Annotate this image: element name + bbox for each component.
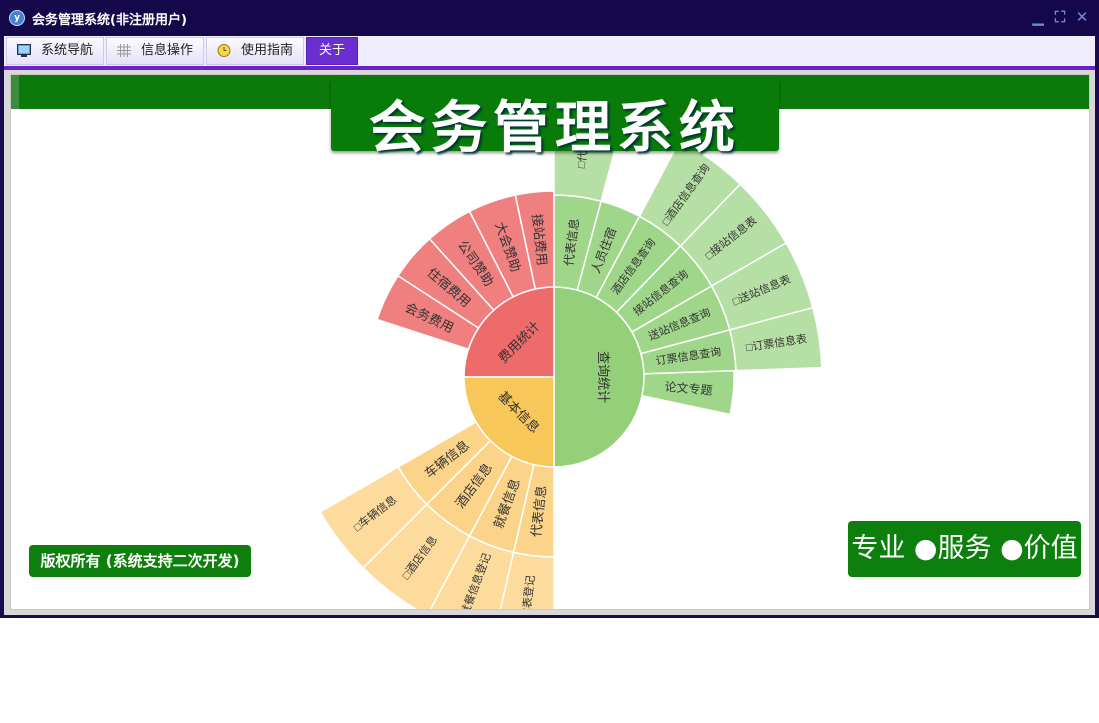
title-bar[interactable]: y 会务管理系统(非注册用户) ▁ ⛶ ✕	[0, 0, 1099, 36]
close-button[interactable]: ✕	[1073, 8, 1091, 26]
restore-button[interactable]: ⛶	[1051, 8, 1069, 26]
minimize-button[interactable]: ▁	[1029, 8, 1047, 26]
copyright-badge: 版权所有 (系统支持二次开发)	[29, 545, 251, 577]
app-window: y 会务管理系统(非注册用户) ▁ ⛶ ✕ 系统导航 信息操作 使用指南 关于 …	[0, 0, 1099, 618]
grid-icon	[117, 44, 131, 57]
tab-label: 使用指南	[241, 43, 294, 58]
tab-label: 信息操作	[141, 43, 194, 58]
center-query-stats-label: 查询统计	[596, 351, 611, 403]
tab-about[interactable]: 关于	[306, 37, 358, 65]
tab-system-navigation[interactable]: 系统导航	[6, 37, 104, 65]
window-title: 会务管理系统(非注册用户)	[32, 13, 187, 28]
app-logo-icon: y	[9, 10, 25, 26]
system-title-banner: 会务管理系统	[331, 79, 779, 161]
slogan-badge: 专业 ●服务 ●价值	[848, 521, 1081, 577]
tab-info-operations[interactable]: 信息操作	[106, 37, 204, 65]
monitor-icon	[17, 44, 31, 57]
menu-bar: 系统导航 信息操作 使用指南 关于	[4, 36, 1095, 66]
content-area: 查询统计 费用统计 基本信息 会务费用 住宿费用 公司赞助 大会赞助 接站费用 代表信息 人员住宿…	[4, 70, 1095, 615]
tab-label: 关于	[319, 43, 346, 58]
about-panel: 查询统计 费用统计 基本信息 会务费用 住宿费用 公司赞助 大会赞助 接站费用 代表信息 人员住宿…	[10, 74, 1090, 610]
tab-label: 系统导航	[41, 43, 94, 58]
clock-icon	[217, 44, 231, 57]
system-title: 会务管理系统	[369, 96, 741, 161]
tab-user-guide[interactable]: 使用指南	[206, 37, 304, 65]
